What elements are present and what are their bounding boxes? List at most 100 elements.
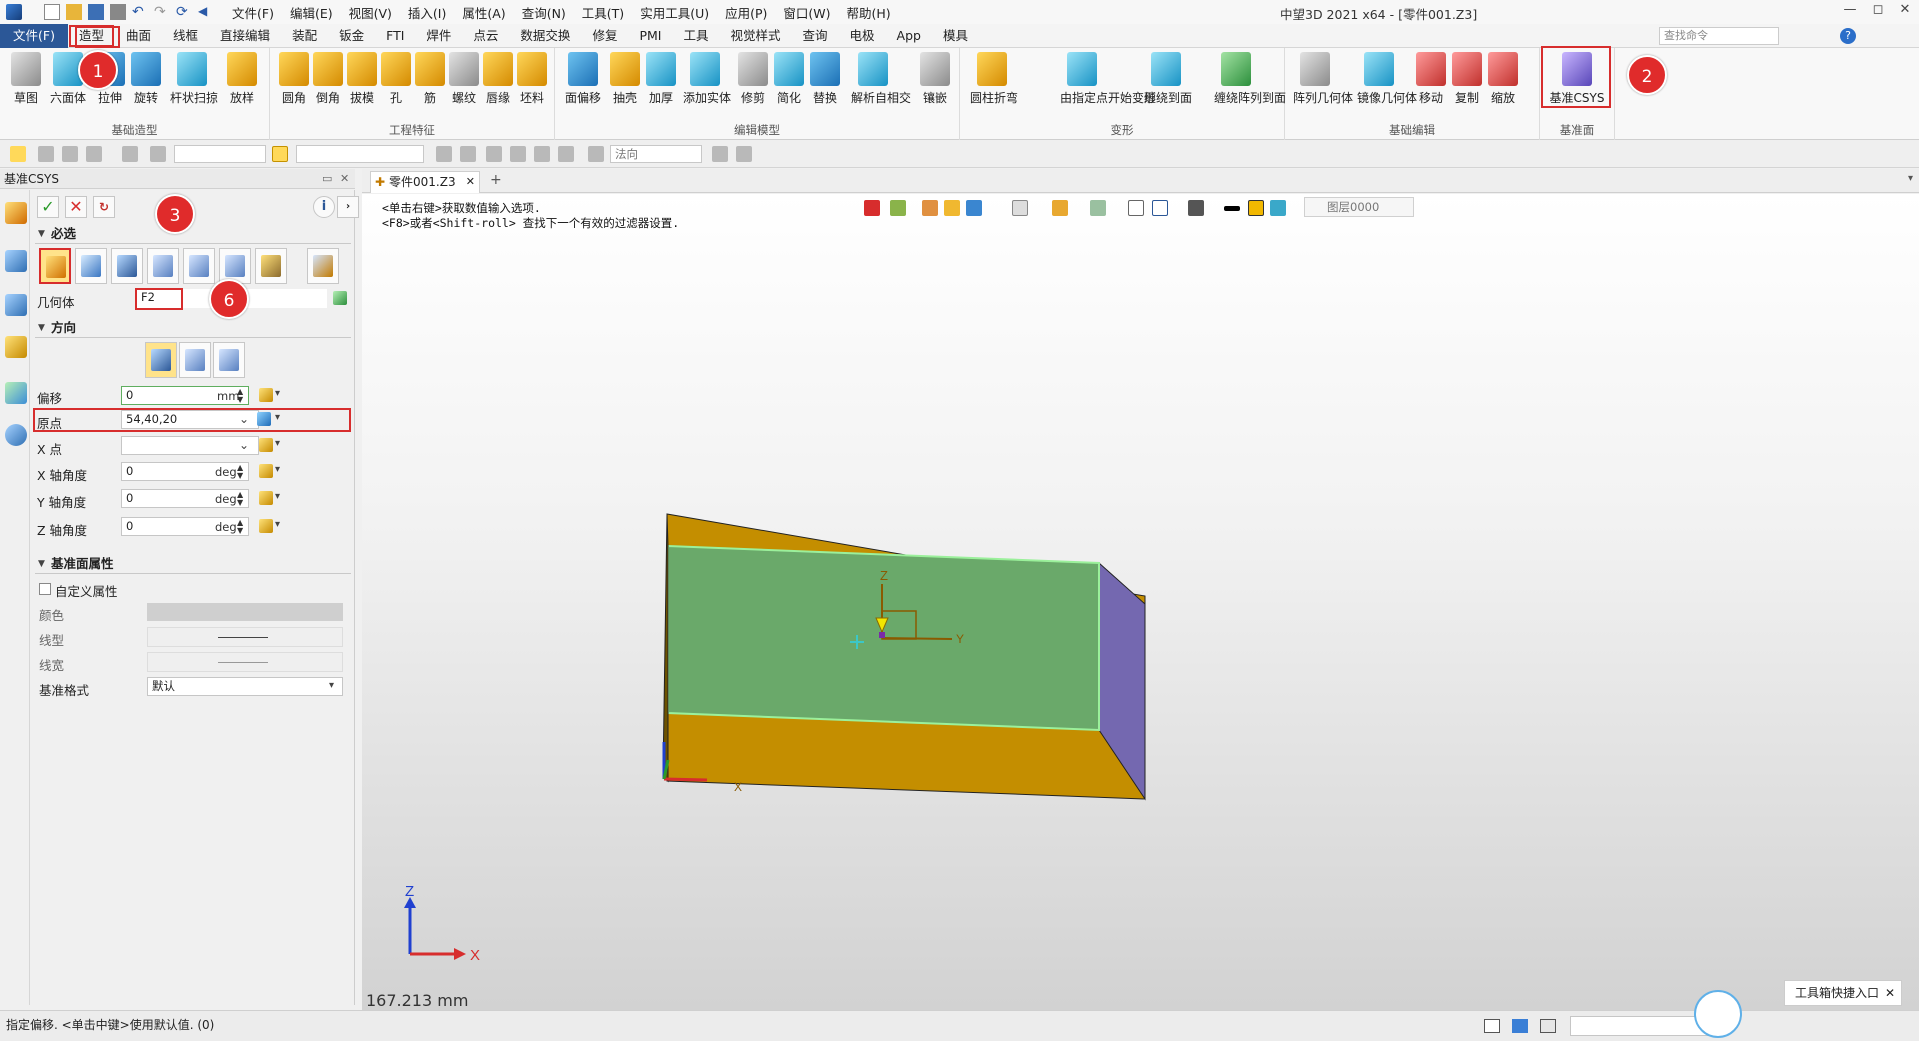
geometry-pick-icon[interactable] [333,291,347,305]
origin-expand-icon[interactable]: ⌄ [239,412,249,426]
emboss-button[interactable]: 镶嵌 [913,52,957,106]
command-search-input[interactable]: 查找命令 [1659,27,1779,45]
minimize-button[interactable]: — [1840,2,1860,20]
menu-insert[interactable]: 插入(I) [400,3,454,22]
tab-electrode[interactable]: 电极 [839,24,886,48]
required-section-header[interactable]: 必选 [35,224,351,244]
tab-point-cloud[interactable]: 点云 [462,24,509,48]
menu-query[interactable]: 查询(N) [514,3,574,22]
tab-sheetmetal[interactable]: 钣金 [328,24,375,48]
origin-dropdown-icon[interactable]: ▾ [275,412,280,423]
refresh-icon[interactable]: ⟳ [176,4,192,20]
direction-combo[interactable]: 法向 [610,145,702,163]
status-layout-icon[interactable] [1484,1019,1500,1033]
face-offset-button[interactable]: 面偏移 [561,52,605,106]
menu-utilities[interactable]: 实用工具(U) [632,3,717,22]
face-mode-icon[interactable] [147,248,179,284]
cursor-icon[interactable] [712,146,728,162]
filter-icon[interactable] [150,146,166,162]
part-model[interactable]: Z Y X Z X [362,194,1919,1010]
direction-edge-icon[interactable] [179,342,211,378]
save-icon[interactable] [88,4,104,20]
filter-combo[interactable] [174,145,266,163]
align-extra-icon[interactable] [558,146,574,162]
panel-close-icon[interactable]: ✕ [340,169,349,189]
select-remove-icon[interactable] [62,146,78,162]
direction-section-header[interactable]: 方向 [35,318,351,338]
offset-spinner[interactable]: ▲ ▼ [237,388,243,404]
deform-from-point-button[interactable]: 由指定点开始变形 [1060,52,1156,106]
image-library-icon[interactable] [5,382,27,404]
status-list-icon[interactable] [1540,1019,1556,1033]
revolve-button[interactable]: 旋转 [124,52,168,106]
settings-gear-icon[interactable] [736,146,752,162]
offset-dropdown-icon[interactable]: ▾ [275,388,280,399]
info-button[interactable]: i [313,196,335,218]
select-box-icon[interactable] [86,146,102,162]
menu-view[interactable]: 视图(V) [341,3,400,22]
thicken-button[interactable]: 加厚 [639,52,683,106]
resolve-self-intersect-button[interactable]: 解析自相交 [851,52,911,106]
pattern-geometry-button[interactable]: 阵列几何体 [1293,52,1353,106]
select-add-icon[interactable] [38,146,54,162]
close-button[interactable]: ✕ [1895,2,1915,20]
zangle-dropdown-icon[interactable]: ▾ [275,519,280,530]
new-tab-icon[interactable]: + [490,172,502,188]
undo-icon[interactable]: ↶ [132,4,148,20]
origin-point-type-icon[interactable] [257,412,271,426]
user-icon[interactable] [5,424,27,446]
wrap-to-face-button[interactable]: 缠绕到面 [1144,52,1192,106]
tab-direct-edit[interactable]: 直接编辑 [209,24,281,48]
replace-button[interactable]: 替换 [803,52,847,106]
toolbox-tip-close-icon[interactable]: ✕ [1885,981,1895,1005]
xpoint-dropdown-icon[interactable]: ▾ [275,438,280,449]
apply-button[interactable]: ↻ [93,196,115,218]
view-mode-icon[interactable] [255,248,287,284]
csys-tool-icon[interactable] [5,202,27,224]
direction-normal-icon[interactable] [145,342,177,378]
tab-surface[interactable]: 曲面 [115,24,162,48]
xpoint-expand-icon[interactable]: ⌄ [239,438,249,452]
tab-query[interactable]: 查询 [792,24,839,48]
menu-help[interactable]: 帮助(H) [839,3,899,22]
zangle-spinner[interactable]: ▲ ▼ [237,519,243,535]
xangle-spinner[interactable]: ▲ ▼ [237,464,243,480]
xangle-dropdown-icon[interactable]: ▾ [275,464,280,475]
plane-mode-icon[interactable] [111,248,143,284]
status-screen-icon[interactable] [1512,1019,1528,1033]
direction-icon[interactable] [588,146,604,162]
datum-properties-section-header[interactable]: 基准面属性 [35,554,351,574]
add-solid-button[interactable]: 添加实体 [683,52,731,106]
snap-icon[interactable] [436,146,452,162]
tab-visual-style[interactable]: 视觉样式 [719,24,791,48]
tab-weldment[interactable]: 焊件 [415,24,462,48]
menu-window[interactable]: 窗口(W) [775,3,838,22]
wrap-pattern-to-face-button[interactable]: 缠绕阵列到面 [1214,52,1286,106]
mirror-geometry-button[interactable]: 镜像几何体 [1357,52,1417,106]
select-lasso-icon[interactable] [122,146,138,162]
align-right-icon[interactable] [534,146,550,162]
pick-combo[interactable] [296,145,424,163]
cancel-button[interactable]: ✕ [65,196,87,218]
direction-axis-icon[interactable] [213,342,245,378]
select-pointer-icon[interactable] [10,146,26,162]
toolbox-shortcut-tip[interactable]: 工具箱快捷入口 ✕ [1784,980,1902,1006]
snap2-icon[interactable] [460,146,476,162]
align-center-icon[interactable] [510,146,526,162]
menu-edit[interactable]: 编辑(E) [282,3,341,22]
part-library-icon[interactable] [5,336,27,358]
tab-repair[interactable]: 修复 [581,24,628,48]
more-button[interactable]: › [337,196,359,218]
zangle-var-icon[interactable] [259,519,273,533]
xpoint-var-icon[interactable] [259,438,273,452]
datum-style-select[interactable]: 默认 [147,677,343,696]
new-file-icon[interactable] [44,4,60,20]
assistant-mascot-icon[interactable] [1694,990,1742,1038]
help-icon[interactable]: ? [1840,28,1856,44]
ok-button[interactable]: ✓ [37,196,59,218]
tab-data-exchange[interactable]: 数据交换 [509,24,581,48]
sketch-button[interactable]: 草图 [4,52,48,106]
3d-viewport[interactable]: <单击右键>获取数值输入选项. <F8>或者<Shift-roll> 查找下一个… [362,194,1919,1010]
cylinder-bend-button[interactable]: 圆柱折弯 [970,52,1018,106]
menu-apps[interactable]: 应用(P) [717,3,775,22]
